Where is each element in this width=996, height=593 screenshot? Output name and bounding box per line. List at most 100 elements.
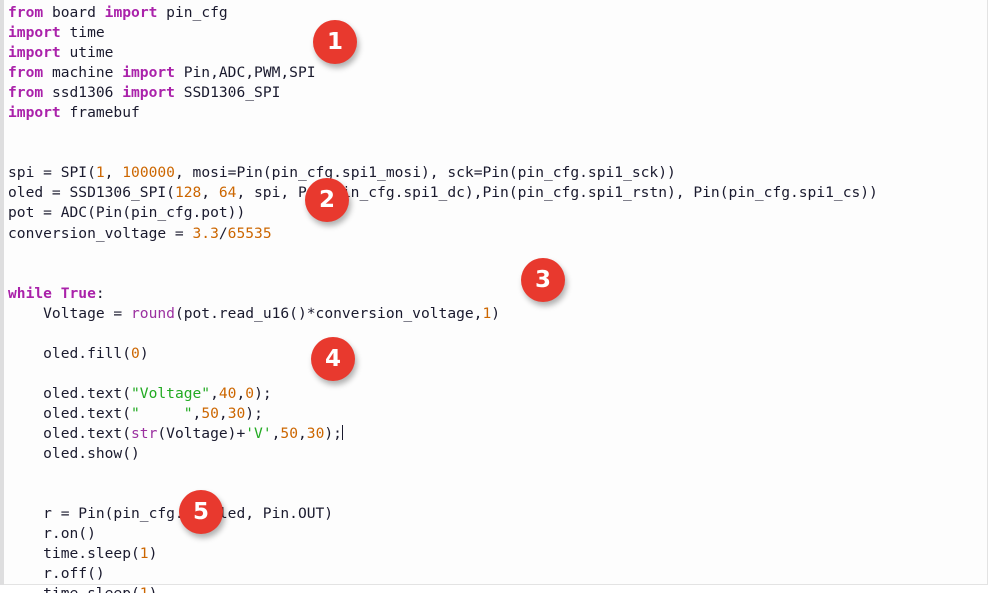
code-token: pin_cfg — [157, 4, 228, 21]
code-token: / — [218, 224, 228, 242]
code-token: 3.3 — [192, 224, 219, 242]
code-token: 50 — [280, 424, 298, 442]
code-token: , — [201, 184, 219, 202]
annotation-badge-5: 5 — [179, 490, 223, 534]
code-line: from board import pin_cfg — [8, 3, 986, 23]
code-token: , — [297, 424, 307, 442]
code-line: while True: — [8, 284, 986, 304]
code-token: import — [122, 64, 175, 82]
code-token: 40 — [218, 384, 237, 402]
code-token: import — [8, 104, 61, 122]
code-token: , — [210, 384, 219, 402]
code-token: 64 — [218, 184, 237, 202]
code-line: oled.show() — [8, 444, 986, 464]
code-token: import — [122, 84, 175, 102]
code-line: oled.text("Voltage",40,0); — [8, 384, 986, 404]
code-token: r.off() — [8, 565, 105, 583]
code-token: oled.show() — [8, 445, 140, 463]
code-token: oled.text( — [8, 404, 132, 422]
code-token: import — [8, 24, 61, 42]
screenshot-root: from board import pin_cfg import time impo… — [0, 0, 996, 593]
code-line: import utime — [8, 43, 986, 63]
code-token: framebuf — [60, 104, 140, 122]
code-line: oled.fill(0) — [8, 344, 986, 364]
annotation-badge-3: 3 — [521, 258, 565, 302]
code-line: time.sleep(1) — [8, 584, 986, 593]
code-text-area[interactable]: from board import pin_cfg import time impo… — [8, 3, 986, 593]
code-token: 1 — [95, 164, 105, 182]
editor-left-gutter — [0, 0, 4, 585]
code-token: utime — [60, 44, 114, 62]
code-token: , — [218, 404, 228, 422]
code-token: ); — [245, 404, 263, 422]
code-line: from machine import Pin,ADC,PWM,SPI — [8, 63, 986, 83]
code-token: 0 — [131, 344, 140, 362]
code-line: spi = SPI(1, 100000, mosi=Pin(pin_cfg.sp… — [8, 163, 986, 183]
code-token: ) — [139, 344, 149, 362]
code-token: ) — [491, 304, 501, 322]
code-token: ); — [254, 384, 272, 402]
code-token: 30 — [227, 404, 246, 422]
code-line: Voltage = round(pot.read_u16()*conversio… — [8, 304, 986, 324]
code-token: oled.text( — [8, 384, 132, 402]
code-token: time.sleep( — [8, 545, 140, 563]
code-line: conversion_voltage = 3.3/65535 — [8, 224, 986, 244]
code-token: while — [8, 284, 52, 302]
code-token: , — [236, 384, 246, 402]
code-token: time.sleep( — [8, 585, 140, 593]
code-token: pot = ADC(Pin(pin_cfg.pot)) — [8, 204, 246, 222]
code-line: pot = ADC(Pin(pin_cfg.pot)) — [8, 203, 986, 223]
code-token: " " — [131, 404, 193, 422]
code-token: True — [60, 284, 96, 302]
code-line: time.sleep(1) — [8, 544, 986, 564]
code-token: round — [131, 304, 175, 322]
code-token: ssd1306 — [43, 84, 123, 102]
code-token: from — [8, 84, 44, 102]
code-token: 1 — [140, 585, 149, 593]
code-line: r.on() — [8, 524, 986, 544]
code-token: conversion_voltage = — [8, 224, 193, 242]
code-line: oled = SSD1306_SPI(128, 64, spi, Pin(pin… — [8, 183, 986, 203]
code-token: (Voltage)+ — [157, 424, 246, 442]
code-token: r = Pin(pin_cfg.red_led, Pin.OUT) — [8, 505, 334, 523]
code-token: r.on() — [8, 525, 96, 543]
code-token: 0 — [245, 384, 255, 402]
code-line: oled.text(" ",50,30); — [8, 404, 986, 424]
code-token: oled = SSD1306_SPI( — [8, 184, 175, 202]
code-token: 100000 — [122, 164, 175, 182]
code-token: , mosi=Pin(pin_cfg.spi1_mosi), sck=Pin(p… — [174, 164, 676, 182]
code-token: Voltage = — [8, 304, 132, 322]
code-line: r = Pin(pin_cfg.red_led, Pin.OUT) — [8, 504, 986, 524]
code-editor-pane[interactable]: from board import pin_cfg import time impo… — [0, 0, 988, 593]
code-token: ) — [148, 545, 158, 563]
code-token: (pot.read_u16()*conversion_voltage, — [174, 304, 483, 322]
code-token: machine — [43, 64, 123, 82]
code-token: 1 — [482, 304, 492, 322]
code-token: "Voltage" — [131, 384, 211, 402]
code-token: : — [95, 284, 105, 302]
code-token: oled.text( — [8, 424, 132, 442]
code-token: SSD1306_SPI — [174, 84, 281, 102]
code-token: time — [60, 24, 105, 42]
code-token: import — [104, 4, 158, 21]
annotation-badge-1: 1 — [313, 20, 357, 64]
annotation-badge-2: 2 — [305, 178, 349, 222]
code-token: 128 — [174, 184, 202, 202]
code-line: import time — [8, 23, 986, 43]
code-line: oled.text(str(Voltage)+'V',50,30); — [8, 424, 986, 444]
code-token: Pin,ADC,PWM,SPI — [174, 64, 316, 82]
code-token: ); — [324, 424, 342, 442]
code-token: 'V' — [245, 424, 272, 442]
code-token: 50 — [201, 404, 219, 422]
code-token: 65535 — [227, 224, 272, 242]
code-line: r.off() — [8, 564, 986, 584]
code-token: oled.fill( — [8, 344, 132, 362]
code-token: from — [8, 4, 44, 21]
